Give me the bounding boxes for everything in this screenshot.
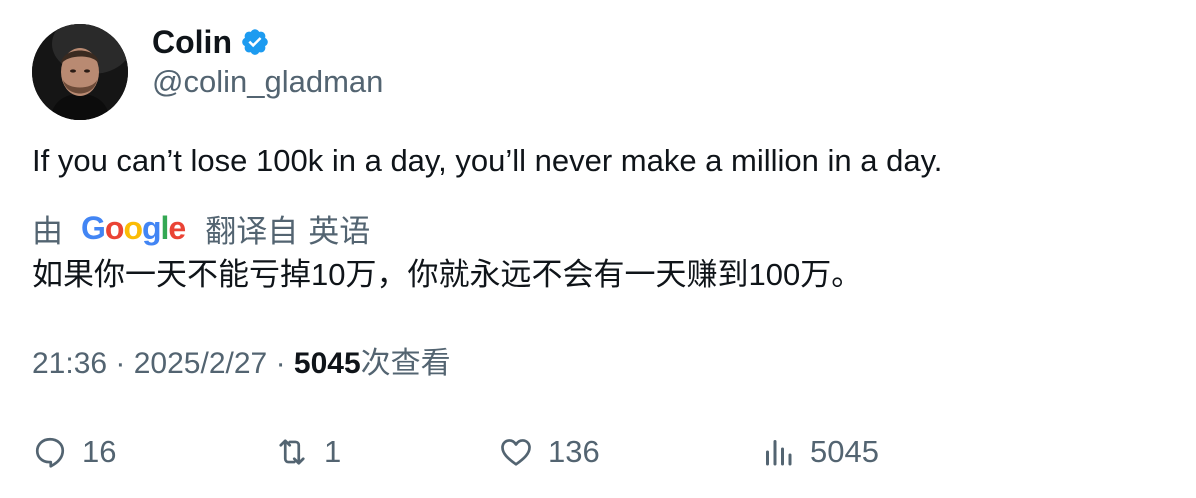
author-handle[interactable]: @colin_gladman	[152, 62, 383, 102]
analytics-icon	[766, 440, 792, 466]
tweet-meta: 21:36 · 2025/2/27 · 5045次查看	[32, 343, 451, 385]
views-label: 次查看	[360, 347, 451, 380]
avatar[interactable]	[32, 24, 128, 120]
tweet-card: Colin @colin_gladman If you can’t lose 1…	[0, 0, 1196, 498]
action-bar: 16 1 136 5045	[0, 428, 1196, 476]
reply-count: 16	[82, 434, 117, 469]
translated-by-label: 由	[32, 213, 63, 249]
retweet-button[interactable]: 1	[274, 428, 341, 476]
translation-attribution: 由 Google 翻译自 英语	[32, 206, 370, 250]
views-button[interactable]: 5045	[760, 428, 879, 476]
retweet-icon	[279, 439, 305, 465]
like-count: 136	[548, 434, 600, 469]
translated-from-label: 翻译自	[205, 213, 299, 249]
tweet-date[interactable]: 2025/2/27	[134, 347, 267, 380]
reply-icon	[35, 437, 65, 468]
author-display-name[interactable]: Colin	[152, 22, 232, 62]
google-logo: Google	[81, 210, 186, 246]
tweet-time[interactable]: 21:36	[32, 347, 107, 380]
meta-separator: ·	[115, 347, 134, 380]
like-button[interactable]: 136	[498, 428, 600, 476]
verified-badge-icon	[240, 27, 270, 57]
heart-icon	[501, 439, 531, 466]
tweet-text: If you can’t lose 100k in a day, you’ll …	[32, 143, 943, 178]
views-action-count: 5045	[810, 434, 879, 469]
source-language: 英语	[308, 213, 371, 249]
views-count: 5045	[293, 347, 361, 380]
retweet-count: 1	[324, 434, 342, 469]
author-name-row: Colin	[152, 22, 270, 62]
translated-tweet-text: 如果你一天不能亏掉10万，你就永远不会有一天赚到100万。	[32, 257, 863, 292]
meta-separator: ·	[275, 347, 294, 380]
reply-button[interactable]: 16	[32, 428, 116, 476]
